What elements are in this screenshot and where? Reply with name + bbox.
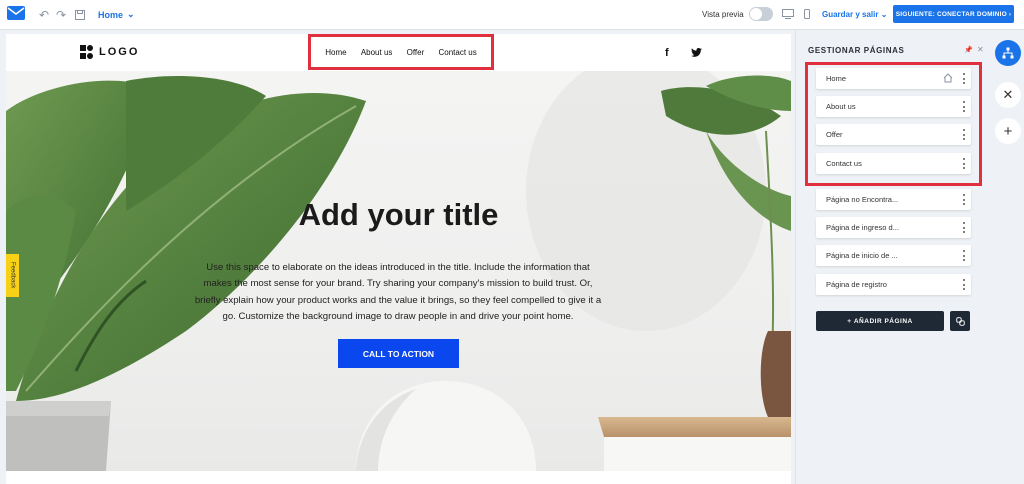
save-icon[interactable]: [73, 8, 87, 22]
page-item-home[interactable]: Home: [816, 68, 971, 89]
mobile-icon[interactable]: [801, 9, 813, 19]
save-exit-button[interactable]: Guardar y salir ⌄: [822, 10, 887, 19]
link-button[interactable]: [950, 311, 970, 331]
menu-item-offer[interactable]: Offer: [407, 48, 425, 57]
more-options-icon[interactable]: [962, 101, 965, 112]
chevron-down-icon: ⌄: [880, 10, 888, 19]
call-to-action-button[interactable]: CALL TO ACTION: [338, 339, 459, 368]
next-button-label: SIGUIENTE: CONECTAR DOMINIO: [895, 10, 1007, 18]
site-header[interactable]: LOGO Home About us Offer Contact us f: [6, 34, 791, 71]
desktop-icon[interactable]: [782, 9, 794, 19]
plus-icon: +: [1003, 122, 1013, 140]
page-item-label: About us: [826, 102, 856, 111]
close-panel-button[interactable]: ✕: [995, 82, 1021, 108]
more-options-icon[interactable]: [962, 250, 965, 261]
page-item-contact-us[interactable]: Contact us: [816, 153, 971, 174]
page-item-register[interactable]: Página de registro: [816, 274, 971, 295]
add-section-button[interactable]: +: [995, 118, 1021, 144]
home-icon: [943, 73, 953, 83]
facebook-icon[interactable]: f: [665, 47, 669, 59]
close-icon: ✕: [1002, 87, 1014, 102]
add-page-label: AÑADIR PÁGINA: [853, 317, 913, 325]
page-item-label: Contact us: [826, 159, 862, 168]
editor-canvas[interactable]: LOGO Home About us Offer Contact us f Ad…: [6, 34, 791, 484]
more-options-icon[interactable]: [962, 158, 965, 169]
more-options-icon[interactable]: [962, 222, 965, 233]
twitter-icon[interactable]: [691, 48, 702, 57]
logo-text: LOGO: [99, 46, 140, 58]
page-item-label: Home: [826, 74, 847, 83]
more-options-icon[interactable]: [962, 279, 965, 290]
preview-label: Vista previa: [702, 10, 744, 19]
redo-icon[interactable]: ↷: [54, 8, 68, 22]
feedback-tab[interactable]: Feedback: [6, 254, 19, 297]
more-options-icon[interactable]: [962, 194, 965, 205]
chevron-right-icon: ›: [1006, 10, 1012, 18]
sitemap-icon: [1002, 47, 1014, 59]
save-exit-label: Guardar y salir: [822, 10, 879, 19]
hero-body-text[interactable]: Use this space to elaborate on the ideas…: [193, 260, 603, 325]
page-item-label: Página de ingreso d...: [826, 223, 899, 232]
right-rail: ✕ +: [993, 30, 1024, 484]
page-item-label: Página de inicio de ...: [826, 251, 898, 260]
close-icon[interactable]: ✕: [977, 45, 984, 54]
page-item-not-found[interactable]: Página no Encontra...: [816, 189, 971, 210]
page-item-about-us[interactable]: About us: [816, 96, 971, 117]
site-menu[interactable]: Home About us Offer Contact us: [308, 34, 494, 70]
panel-title: GESTIONAR PÁGINAS: [808, 46, 905, 55]
add-page-button[interactable]: + AÑADIR PÁGINA: [816, 311, 944, 331]
page-item-label: Offer: [826, 130, 843, 139]
page-item-label: Página no Encontra...: [826, 195, 899, 204]
link-icon: [955, 316, 965, 326]
plus-icon: +: [847, 317, 854, 325]
page-item-label: Página de registro: [826, 280, 887, 289]
hero-title[interactable]: Add your title: [6, 197, 791, 233]
logo-mark-icon: [80, 45, 93, 59]
page-selector-label: Home: [98, 9, 124, 20]
next-connect-domain-button[interactable]: SIGUIENTE: CONECTAR DOMINIO ›: [893, 5, 1014, 23]
chevron-down-icon: ⌄: [127, 9, 135, 19]
undo-icon[interactable]: ↶: [37, 8, 51, 22]
menu-item-contact-us[interactable]: Contact us: [439, 48, 477, 57]
menu-item-about-us[interactable]: About us: [361, 48, 393, 57]
site-logo[interactable]: LOGO: [80, 45, 139, 59]
more-options-icon[interactable]: [962, 73, 965, 84]
page-item-offer[interactable]: Offer: [816, 124, 971, 145]
top-toolbar: ↶ ↷ Home ⌄ Vista previa Guardar y salir …: [0, 0, 1024, 30]
page-item-start[interactable]: Página de inicio de ...: [816, 245, 971, 266]
pin-icon[interactable]: 📌: [964, 46, 973, 54]
manage-pages-panel: GESTIONAR PÁGINAS 📌 ✕ Home About us Offe…: [795, 30, 992, 484]
mail-logo-icon[interactable]: [7, 6, 25, 20]
hero-section[interactable]: Add your title Use this space to elabora…: [6, 71, 791, 471]
more-options-icon[interactable]: [962, 129, 965, 140]
page-selector[interactable]: Home ⌄: [98, 9, 135, 20]
menu-item-home[interactable]: Home: [325, 48, 346, 57]
preview-toggle[interactable]: [749, 7, 773, 21]
page-item-login[interactable]: Página de ingreso d...: [816, 217, 971, 238]
sitemap-button[interactable]: [995, 40, 1021, 66]
